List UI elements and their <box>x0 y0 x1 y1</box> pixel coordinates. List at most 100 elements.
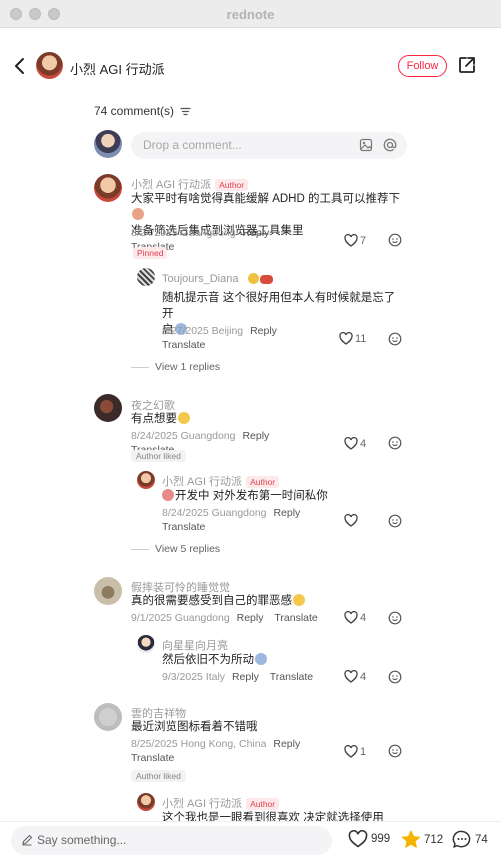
comment-count-label: 74 comment(s) <box>94 104 175 118</box>
reply-text-line: 开发中 对外发布第一时间私你 <box>175 490 328 502</box>
heart-icon <box>344 436 358 450</box>
reply-date-location: 9/3/2025 Italy <box>162 671 226 683</box>
drop-comment-input[interactable] <box>143 138 343 152</box>
view-replies-link[interactable]: View 5 replies <box>131 543 220 555</box>
like-button[interactable]: 1 <box>344 744 366 758</box>
emoji-reaction-icon[interactable] <box>388 332 402 346</box>
like-count: 4 <box>360 670 367 683</box>
like-count: 4 <box>360 437 367 450</box>
comment-author[interactable]: 小烈 AGI 行动派 Author <box>131 176 249 192</box>
author-avatar[interactable] <box>36 52 63 79</box>
heart-icon <box>344 669 358 683</box>
comment-meta: 9/1/2025 Guangdong Reply Translate <box>131 612 318 624</box>
reply-link[interactable]: Reply <box>273 738 300 750</box>
reply-avatar[interactable] <box>137 471 155 489</box>
heart-icon <box>339 331 353 345</box>
reply-link[interactable]: Reply <box>237 612 264 624</box>
translate-link[interactable]: Translate <box>162 521 205 533</box>
pinned-badge: Pinned <box>133 247 168 259</box>
reply-link[interactable]: Reply <box>273 507 300 519</box>
say-something-input[interactable] <box>37 833 317 847</box>
emoji-icon <box>178 412 190 424</box>
reply-date-location: 8/27/2025 Beijing <box>162 325 244 337</box>
window-title: rednote <box>226 7 275 22</box>
emoji-icon <box>132 208 144 220</box>
reply-link[interactable]: Reply <box>250 325 277 337</box>
reply-author[interactable]: 小烈 AGI 行动派 Author <box>162 473 280 489</box>
commenter-avatar[interactable] <box>94 703 122 731</box>
like-button[interactable]: 4 <box>344 669 367 683</box>
like-count: 4 <box>360 611 367 624</box>
comment-count: 74 comment(s) <box>94 104 192 118</box>
emoji-icon <box>162 489 174 501</box>
reply-link[interactable]: Reply <box>242 430 269 442</box>
comment-date-location: 8/24/2025 Guangdong <box>131 227 236 239</box>
commenter-avatar[interactable] <box>94 394 122 422</box>
comment-meta: 8/24/2025 Guangdong Reply <box>131 430 269 442</box>
like-button[interactable]: 4 <box>344 436 367 450</box>
view-replies-label[interactable]: View 5 replies <box>155 543 220 555</box>
reply-author[interactable]: 向星星向月亮 <box>162 637 228 653</box>
emoji-reaction-icon[interactable] <box>388 611 402 625</box>
mention-icon[interactable] <box>383 138 397 152</box>
reply-author-name[interactable]: Toujours_Diana <box>162 273 238 285</box>
reply-avatar[interactable] <box>137 635 155 653</box>
reply-avatar[interactable] <box>137 793 155 811</box>
comment-date-location: 9/1/2025 Guangdong <box>131 612 230 624</box>
author-name[interactable]: 小烈 AGI 行动派 <box>70 59 165 78</box>
emoji-reaction-icon[interactable] <box>388 233 402 247</box>
comment-text: 最近浏览图标看着不错哦 <box>131 719 401 735</box>
like-button[interactable]: 4 <box>344 610 367 624</box>
emoji-reaction-icon[interactable] <box>388 670 402 684</box>
reply-avatar[interactable] <box>137 268 155 286</box>
like-button[interactable] <box>344 513 358 527</box>
like-button[interactable]: 7 <box>344 233 367 247</box>
translate-link[interactable]: Translate <box>270 671 313 683</box>
commenter-avatar[interactable] <box>94 577 122 605</box>
reply-author-name[interactable]: 向星星向月亮 <box>162 640 228 652</box>
commenter-avatar[interactable] <box>94 174 122 202</box>
say-something-box[interactable] <box>11 826 332 855</box>
comments-button[interactable]: 74 <box>452 830 488 849</box>
reply-text: 开发中 对外发布第一时间私你 <box>162 488 402 504</box>
reply-text-line: 随机提示音 这个很好用但本人有时候就是忘了开 <box>162 292 396 320</box>
reply-author[interactable]: 小烈 AGI 行动派 Author <box>162 795 280 811</box>
heart-icon <box>344 610 358 624</box>
view-replies-link[interactable]: View 1 replies <box>131 361 220 373</box>
translate-link[interactable]: Translate <box>162 339 205 351</box>
comment-author-name[interactable]: 小烈 AGI 行动派 <box>131 179 211 191</box>
like-count: 7 <box>360 234 367 247</box>
comment-text-line: 最近浏览图标看着不错哦 <box>131 721 258 733</box>
reply-author-name[interactable]: 小烈 AGI 行动派 <box>162 798 242 810</box>
current-user-avatar <box>94 130 122 158</box>
collect-button[interactable]: 712 <box>401 830 443 849</box>
emoji-reaction-icon[interactable] <box>388 744 402 758</box>
emoji-reaction-icon[interactable] <box>388 514 402 528</box>
bottom-action-bar: 999 712 74 <box>0 821 501 859</box>
note-header: 小烈 AGI 行动派 Follow <box>0 28 501 104</box>
emoji-reaction-icon[interactable] <box>388 436 402 450</box>
stars-count: 712 <box>424 833 444 846</box>
translate-link[interactable]: Translate <box>274 612 317 624</box>
translate-link[interactable]: Translate <box>131 752 174 764</box>
follow-button[interactable]: Follow <box>398 55 447 77</box>
divider <box>131 366 149 368</box>
reply-author[interactable]: Toujours_Diana <box>162 273 273 285</box>
image-icon[interactable] <box>359 138 373 152</box>
reply-link[interactable]: Reply <box>232 671 259 683</box>
reply-link[interactable]: Reply <box>242 227 269 239</box>
comment-text-line: 有点想要 <box>131 413 177 425</box>
view-replies-label[interactable]: View 1 replies <box>155 361 220 373</box>
like-button[interactable]: 11 <box>339 331 366 345</box>
heart-icon <box>344 513 358 527</box>
sort-icon[interactable] <box>180 107 192 116</box>
comment-text-line: 大家平时有啥觉得真能缓解 ADHD 的工具可以推荐下 <box>131 193 400 205</box>
back-arrow-icon[interactable] <box>12 56 28 76</box>
like-note-button[interactable]: 999 <box>348 830 390 848</box>
reply-author-name[interactable]: 小烈 AGI 行动派 <box>162 476 242 488</box>
comments-count: 74 <box>475 833 488 846</box>
share-icon[interactable] <box>457 55 477 75</box>
author-liked-badge: Author liked <box>131 450 186 462</box>
reply-text: 然后依旧不为所动 <box>162 652 402 668</box>
drop-comment-box[interactable] <box>131 132 407 159</box>
